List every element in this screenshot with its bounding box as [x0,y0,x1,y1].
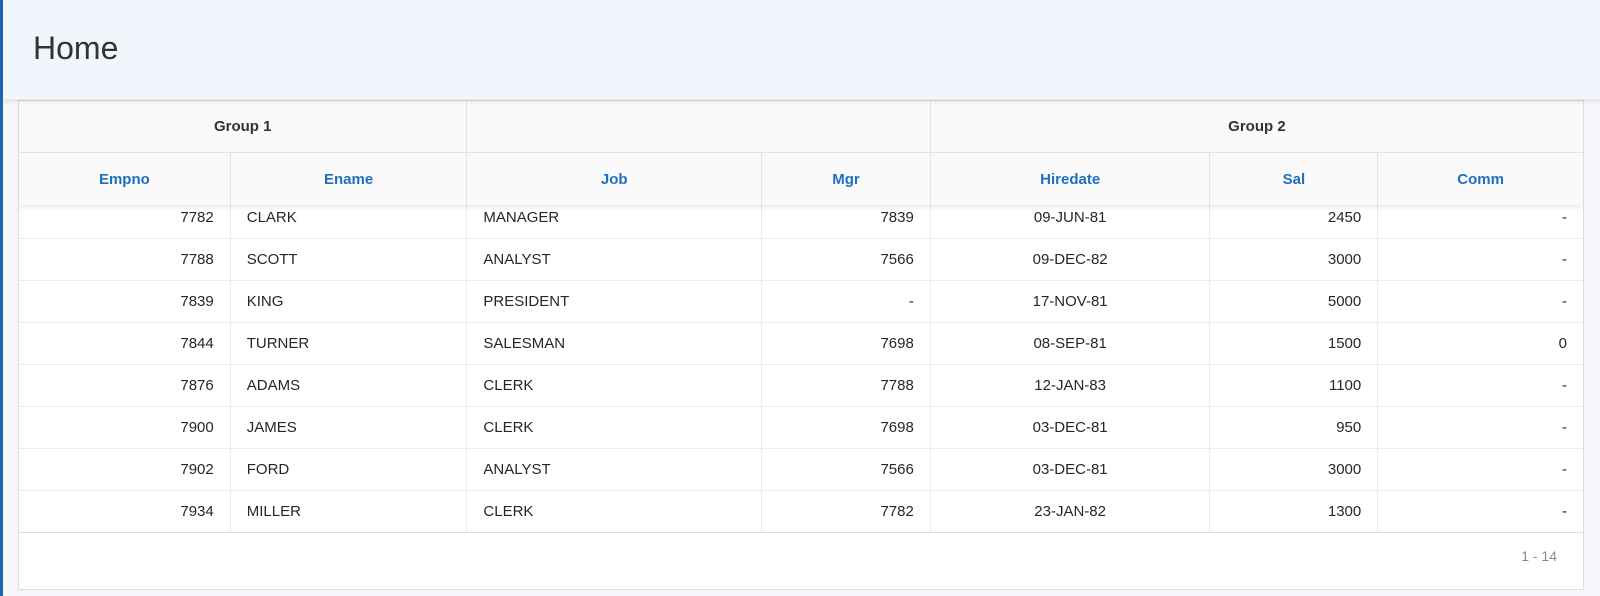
cell-hiredate: 03-DEC-81 [931,449,1211,490]
cell-sal: 1300 [1210,491,1379,532]
cell-ename: ADAMS [231,365,468,406]
cell-job: CLERK [467,407,763,448]
column-header-comm[interactable]: Comm [1378,153,1583,205]
cell-job: CLERK [467,365,763,406]
table-row: 7934 MILLER CLERK 7782 23-JAN-82 1300 - [19,491,1583,533]
table-row: 7839 KING PRESIDENT -17-NOV-81 5000- [19,281,1583,323]
table-row: 7844 TURNER SALESMAN 7698 08-SEP-81 1500 0 [19,323,1583,365]
table-row: 7788 SCOTT ANALYST 7566 09-DEC-82 3000 - [19,239,1583,281]
group-header-empty [467,101,931,152]
interactive-report: Group 1 Group 2 Empno Ename Job Mgr Hire… [18,100,1584,590]
cell-comm: - [1561,293,1567,310]
cell-empno: 7788 [19,239,231,280]
cell-job: SALESMAN [467,323,763,364]
cell-mgr: 7698 [762,407,931,448]
column-header-mgr[interactable]: Mgr [762,153,931,205]
cell-sal: 5000 [1210,281,1379,322]
cell-job: PRESIDENT [467,281,763,322]
cell-empno: 7839 [19,281,231,322]
table-row: 7900 JAMES CLERK 7698 03-DEC-81 950 - [19,407,1583,449]
cell-ename: TURNER [231,323,468,364]
cell-job: CLERK [467,491,763,532]
group-header-group-2: Group 2 [1228,118,1286,135]
column-header-row: Empno Ename Job Mgr Hiredate Sal Comm [19,153,1583,205]
table-row: 7902 FORD ANALYST 7566 03-DEC-81 3000 - [19,449,1583,491]
cell-sal: 1100 [1210,365,1379,406]
pagination-info: 1 - 14 [1521,548,1557,564]
cell-hiredate: 23-JAN-82 [931,491,1211,532]
cell-mgr: 7698 [762,323,931,364]
cell-hiredate: 09-DEC-82 [931,239,1211,280]
report-footer: 1 - 14 [19,532,1583,580]
cell-hiredate: 12-JAN-83 [931,365,1211,406]
cell-ename: MILLER [231,491,468,532]
cell-mgr: 7782 [762,491,931,532]
cell-comm: - [1561,251,1567,268]
cell-mgr: 7566 [762,239,931,280]
cell-sal: 3000 [1210,239,1379,280]
cell-job: ANALYST [467,449,763,490]
cell-empno: 7900 [19,407,231,448]
cell-empno: 7844 [19,323,231,364]
cell-comm: - [1561,377,1567,394]
cell-comm: 0 [1558,335,1567,352]
cell-empno: 7876 [19,365,231,406]
page-title: Home [33,30,119,66]
cell-sal: 950 [1210,407,1379,448]
table-header: Group 1 Group 2 Empno Ename Job Mgr Hire… [19,101,1583,205]
cell-ename: FORD [231,449,468,490]
cell-mgr: 7788 [762,365,931,406]
cell-ename: JAMES [231,407,468,448]
cell-ename: KING [231,281,468,322]
column-header-ename[interactable]: Ename [231,153,468,205]
cell-mgr: 7566 [762,449,931,490]
cell-comm: - [1561,461,1567,478]
cell-hiredate: 03-DEC-81 [931,407,1211,448]
cell-mgr: - [762,281,931,322]
table-body: 7782 CLARK MANAGER 7839 09-JUN-81 2450-7788 SC… [19,197,1583,533]
group-header-group-1: Group 1 [19,101,468,152]
cell-hiredate: 08-SEP-81 [931,323,1211,364]
column-header-job[interactable]: Job [467,153,763,205]
group-header-row: Group 1 Group 2 [19,101,1583,153]
cell-comm: - [1561,419,1567,436]
cell-empno: 7934 [19,491,231,532]
column-header-sal[interactable]: Sal [1210,153,1379,205]
cell-job: ANALYST [467,239,763,280]
page-header: Home [3,0,1600,100]
column-header-empno[interactable]: Empno [19,153,231,205]
cell-sal: 1500 [1210,323,1379,364]
cell-hiredate: 17-NOV-81 [931,281,1211,322]
column-header-hiredate[interactable]: Hiredate [931,153,1211,205]
cell-empno: 7902 [19,449,231,490]
cell-sal: 3000 [1210,449,1379,490]
cell-ename: SCOTT [231,239,468,280]
cell-comm: - [1561,503,1567,520]
table-row: 7876 ADAMS CLERK 7788 12-JAN-83 1100 - [19,365,1583,407]
